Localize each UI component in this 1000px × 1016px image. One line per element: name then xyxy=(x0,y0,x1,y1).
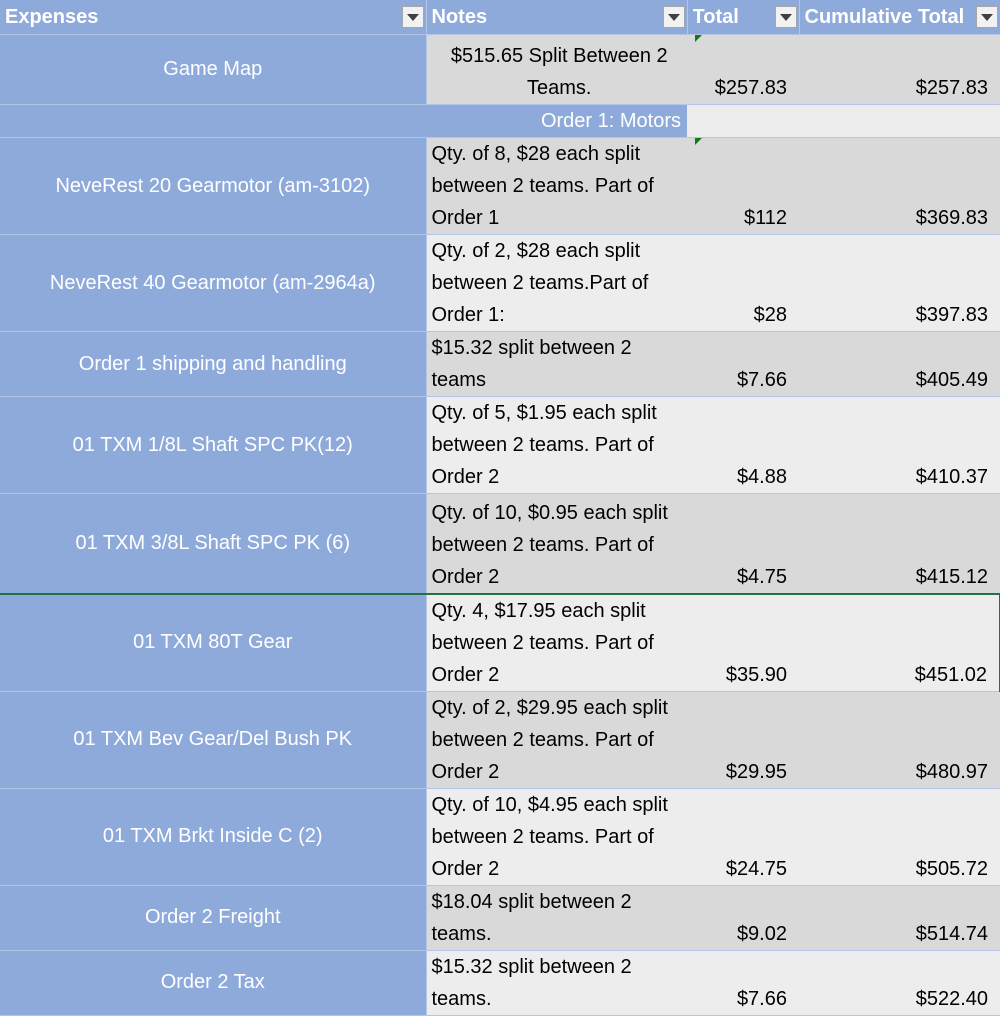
cumulative-filter-dropdown-icon[interactable] xyxy=(975,6,998,28)
table-row[interactable]: 01 TXM 1/8L Shaft SPC PK(12) Qty. of 5, … xyxy=(0,396,1000,494)
expense-item-cell[interactable]: Order 2 Tax xyxy=(0,950,427,1016)
expenses-filter-dropdown-icon[interactable] xyxy=(401,6,424,28)
expense-item-cell[interactable]: NeveRest 40 Gearmotor (am-2964a) xyxy=(0,234,427,332)
section-row[interactable]: Order 1: Motors xyxy=(0,104,1000,138)
expense-item-cell[interactable]: Order 1 shipping and handling xyxy=(0,331,427,397)
comment-indicator-icon xyxy=(695,138,702,145)
header-total: Total xyxy=(687,0,800,35)
notes-cell[interactable]: $15.32 split between 2 teams. xyxy=(426,950,687,1016)
header-cumulative-total: Cumulative Total xyxy=(799,0,1000,35)
notes-cell[interactable]: $515.65 Split Between 2 Teams. xyxy=(426,34,687,105)
cumulative-cell[interactable]: $514.74 xyxy=(799,885,1000,951)
total-cell[interactable]: $112 xyxy=(687,137,799,235)
total-value: $257.83 xyxy=(714,77,787,99)
total-cell[interactable]: $4.88 xyxy=(687,396,799,494)
table-row[interactable]: Order 1 shipping and handling $15.32 spl… xyxy=(0,331,1000,397)
total-cell[interactable]: $9.02 xyxy=(687,885,799,951)
table-row[interactable]: Game Map $515.65 Split Between 2 Teams. … xyxy=(0,34,1000,105)
total-cell[interactable]: $257.83 xyxy=(687,34,799,105)
notes-cell[interactable]: Qty. of 5, $1.95 each split between 2 te… xyxy=(426,396,687,494)
header-total-label: Total xyxy=(692,5,739,28)
header-expenses-label: Expenses xyxy=(5,5,99,28)
expense-item-cell[interactable]: Order 2 Freight xyxy=(0,885,427,951)
notes-cell[interactable]: Qty. of 8, $28 each split between 2 team… xyxy=(426,137,687,235)
header-cumulative-label: Cumulative Total xyxy=(804,5,965,28)
comment-indicator-icon xyxy=(695,35,702,42)
section-blank-cell[interactable] xyxy=(687,104,1000,138)
table-row[interactable]: NeveRest 40 Gearmotor (am-2964a) Qty. of… xyxy=(0,234,1000,332)
total-cell[interactable]: $28 xyxy=(687,234,799,332)
expense-item-cell[interactable]: 01 TXM 80T Gear xyxy=(0,592,427,692)
cumulative-cell[interactable]: $397.83 xyxy=(799,234,1000,332)
header-notes: Notes xyxy=(426,0,688,35)
table-row[interactable]: 01 TXM Bev Gear/Del Bush PK Qty. of 2, $… xyxy=(0,691,1000,789)
total-cell[interactable]: $24.75 xyxy=(687,788,799,886)
expense-item-cell[interactable]: NeveRest 20 Gearmotor (am-3102) xyxy=(0,137,427,235)
cumulative-cell[interactable]: $505.72 xyxy=(799,788,1000,886)
cumulative-cell[interactable]: $410.37 xyxy=(799,396,1000,494)
total-filter-dropdown-icon[interactable] xyxy=(774,6,797,28)
notes-cell[interactable]: Qty. of 2, $28 each split between 2 team… xyxy=(426,234,687,332)
expense-item-cell[interactable]: 01 TXM 3/8L Shaft SPC PK (6) xyxy=(0,493,427,594)
cumulative-cell[interactable]: $415.12 xyxy=(799,493,1000,594)
total-cell[interactable]: $35.90 xyxy=(687,592,799,692)
total-cell[interactable]: $7.66 xyxy=(687,331,799,397)
cumulative-cell[interactable]: $522.40 xyxy=(799,950,1000,1016)
notes-cell[interactable]: Qty. of 10, $0.95 each split between 2 t… xyxy=(426,493,687,594)
section-label[interactable]: Order 1: Motors xyxy=(0,104,687,138)
expense-item-cell[interactable]: 01 TXM Brkt Inside C (2) xyxy=(0,788,427,886)
table-row[interactable]: Order 2 Tax $15.32 split between 2 teams… xyxy=(0,950,1000,1016)
header-row: Expenses Notes Total Cumulative Total xyxy=(0,0,1000,35)
notes-cell[interactable]: Qty. of 10, $4.95 each split between 2 t… xyxy=(426,788,687,886)
cumulative-cell[interactable]: $480.97 xyxy=(799,691,1000,789)
table-row[interactable]: Order 2 Freight $18.04 split between 2 t… xyxy=(0,885,1000,951)
expense-item-cell[interactable]: Game Map xyxy=(0,34,427,105)
total-value: $112 xyxy=(743,207,787,229)
notes-cell[interactable]: $18.04 split between 2 teams. xyxy=(426,885,687,951)
notes-cell[interactable]: Qty. 4, $17.95 each split between 2 team… xyxy=(426,592,687,692)
table-row-selected[interactable]: 01 TXM 80T Gear Qty. 4, $17.95 each spli… xyxy=(0,592,1000,692)
cumulative-cell[interactable]: $369.83 xyxy=(799,137,1000,235)
table-row[interactable]: 01 TXM Brkt Inside C (2) Qty. of 10, $4.… xyxy=(0,788,1000,886)
expense-item-cell[interactable]: 01 TXM 1/8L Shaft SPC PK(12) xyxy=(0,396,427,494)
total-cell[interactable]: $7.66 xyxy=(687,950,799,1016)
cumulative-cell[interactable]: $405.49 xyxy=(799,331,1000,397)
expense-item-cell[interactable]: 01 TXM Bev Gear/Del Bush PK xyxy=(0,691,427,789)
header-notes-label: Notes xyxy=(431,5,488,28)
cumulative-cell[interactable]: $257.83 xyxy=(799,34,1000,105)
notes-cell[interactable]: Qty. of 2, $29.95 each split between 2 t… xyxy=(426,691,687,789)
table-row[interactable]: 01 TXM 3/8L Shaft SPC PK (6) Qty. of 10,… xyxy=(0,493,1000,594)
total-cell[interactable]: $29.95 xyxy=(687,691,799,789)
cumulative-cell[interactable]: $451.02 xyxy=(799,592,1000,692)
expenses-table: Expenses Notes Total Cumulative Total Ga… xyxy=(0,0,1000,1016)
notes-filter-dropdown-icon[interactable] xyxy=(662,6,685,28)
header-expenses: Expenses xyxy=(0,0,427,35)
table-row[interactable]: NeveRest 20 Gearmotor (am-3102) Qty. of … xyxy=(0,137,1000,235)
total-cell[interactable]: $4.75 xyxy=(687,493,799,594)
notes-cell[interactable]: $15.32 split between 2 teams xyxy=(426,331,687,397)
